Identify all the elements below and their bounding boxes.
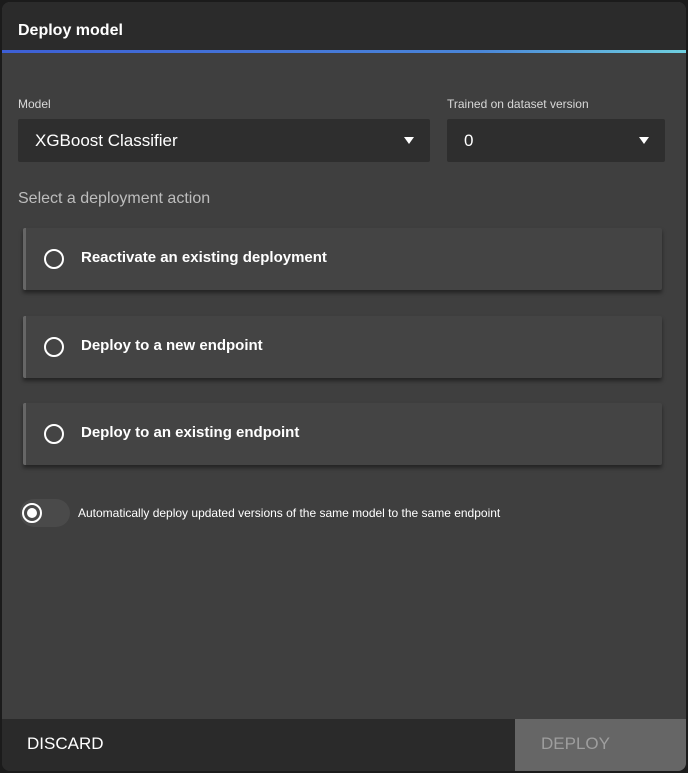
discard-button[interactable]: DISCARD <box>2 719 515 771</box>
option-label: Reactivate an existing deployment <box>81 249 327 266</box>
auto-deploy-label: Automatically deploy updated versions of… <box>78 506 501 520</box>
auto-deploy-toggle[interactable] <box>20 499 70 527</box>
deploy-button-label: DEPLOY <box>541 734 610 753</box>
option-deploy-new-endpoint[interactable]: Deploy to a new endpoint <box>23 316 662 378</box>
dialog-footer: DISCARD DEPLOY <box>2 719 686 771</box>
model-select-value: XGBoost Classifier <box>35 131 178 150</box>
radio-button[interactable] <box>44 249 64 269</box>
deploy-button[interactable]: DEPLOY <box>515 719 686 771</box>
discard-button-label: DISCARD <box>27 734 104 753</box>
radio-button[interactable] <box>44 337 64 357</box>
dialog-title: Deploy model <box>18 22 123 39</box>
option-deploy-existing-endpoint[interactable]: Deploy to an existing endpoint <box>23 403 662 465</box>
dataset-version-select[interactable]: 0 <box>447 119 665 162</box>
radio-button[interactable] <box>44 424 64 444</box>
chevron-down-icon <box>404 137 414 144</box>
option-label: Deploy to an existing endpoint <box>81 424 300 441</box>
toggle-knob <box>22 503 42 523</box>
dataset-version-value: 0 <box>464 131 474 150</box>
chevron-down-icon <box>639 137 649 144</box>
dataset-version-label: Trained on dataset version <box>447 97 589 111</box>
deploy-model-dialog: Deploy model Model XGBoost Classifier Tr… <box>2 2 686 771</box>
option-label: Deploy to a new endpoint <box>81 337 263 354</box>
deployment-action-label: Select a deployment action <box>18 190 211 207</box>
option-reactivate-deployment[interactable]: Reactivate an existing deployment <box>23 228 662 290</box>
model-label: Model <box>18 97 51 111</box>
header-accent-bar <box>2 50 686 53</box>
dialog-header: Deploy model <box>2 2 686 53</box>
model-select[interactable]: XGBoost Classifier <box>18 119 430 162</box>
